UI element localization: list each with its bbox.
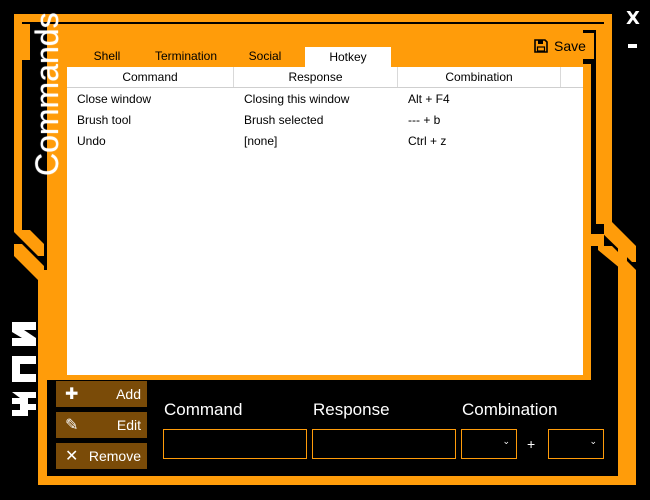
logo (12, 322, 36, 416)
cell-response: Closing this window (244, 91, 350, 106)
add-label: Add (116, 386, 141, 402)
x-icon: ✕ (65, 446, 79, 465)
command-label: Command (164, 400, 243, 419)
floppy-disk-icon (534, 39, 548, 53)
remove-button[interactable]: ✕ Remove (56, 443, 147, 469)
tab-social[interactable]: Social (225, 45, 305, 67)
chevron-down-icon: ⌄ (589, 437, 597, 447)
modifier-select[interactable]: ⌄ (461, 429, 517, 459)
pencil-icon: ✎ (65, 415, 79, 434)
column-header-combination[interactable]: Combination (398, 67, 561, 87)
combination-label: Combination (462, 400, 558, 419)
column-header-command[interactable]: Command (67, 67, 234, 87)
plus-icon: ✚ (65, 384, 79, 403)
command-input[interactable] (163, 429, 307, 459)
response-label: Response (313, 400, 390, 419)
remove-label: Remove (88, 448, 141, 464)
cell-response: [none] (244, 133, 278, 148)
tab-hotkey[interactable]: Hotkey (305, 45, 391, 67)
tab-strip: Shell Termination Social Hotkey (67, 45, 391, 67)
response-input[interactable] (312, 429, 456, 459)
window-title: Commands (29, 12, 65, 176)
table-row[interactable]: Brush tool Brush selected --- + b (67, 109, 583, 130)
tab-shell[interactable]: Shell (67, 45, 147, 67)
table-row[interactable]: Undo [none] Ctrl + z (67, 130, 583, 151)
column-header-response[interactable]: Response (234, 67, 398, 87)
cell-response: Brush selected (244, 112, 324, 127)
chevron-down-icon: ⌄ (502, 437, 510, 447)
table-header: Command Response Combination (67, 67, 583, 88)
tab-termination[interactable]: Termination (147, 45, 225, 67)
cell-combination: Alt + F4 (408, 91, 450, 106)
cell-command: Brush tool (77, 112, 132, 127)
save-label: Save (554, 38, 586, 54)
key-select[interactable]: ⌄ (548, 429, 604, 459)
edit-button[interactable]: ✎ Edit (56, 412, 147, 438)
save-button[interactable]: Save (526, 33, 594, 59)
commands-table: Command Response Combination Close windo… (67, 67, 583, 375)
minimize-button[interactable] (628, 44, 637, 48)
cell-command: Close window (77, 91, 152, 106)
cell-command: Undo (77, 133, 106, 148)
edit-label: Edit (116, 417, 141, 433)
cell-combination: Ctrl + z (408, 133, 447, 148)
plus-separator: + (527, 436, 536, 452)
add-button[interactable]: ✚ Add (56, 381, 147, 407)
close-button[interactable]: X (626, 8, 640, 29)
cell-combination: --- + b (408, 112, 441, 127)
table-row[interactable]: Close window Closing this window Alt + F… (67, 88, 583, 109)
